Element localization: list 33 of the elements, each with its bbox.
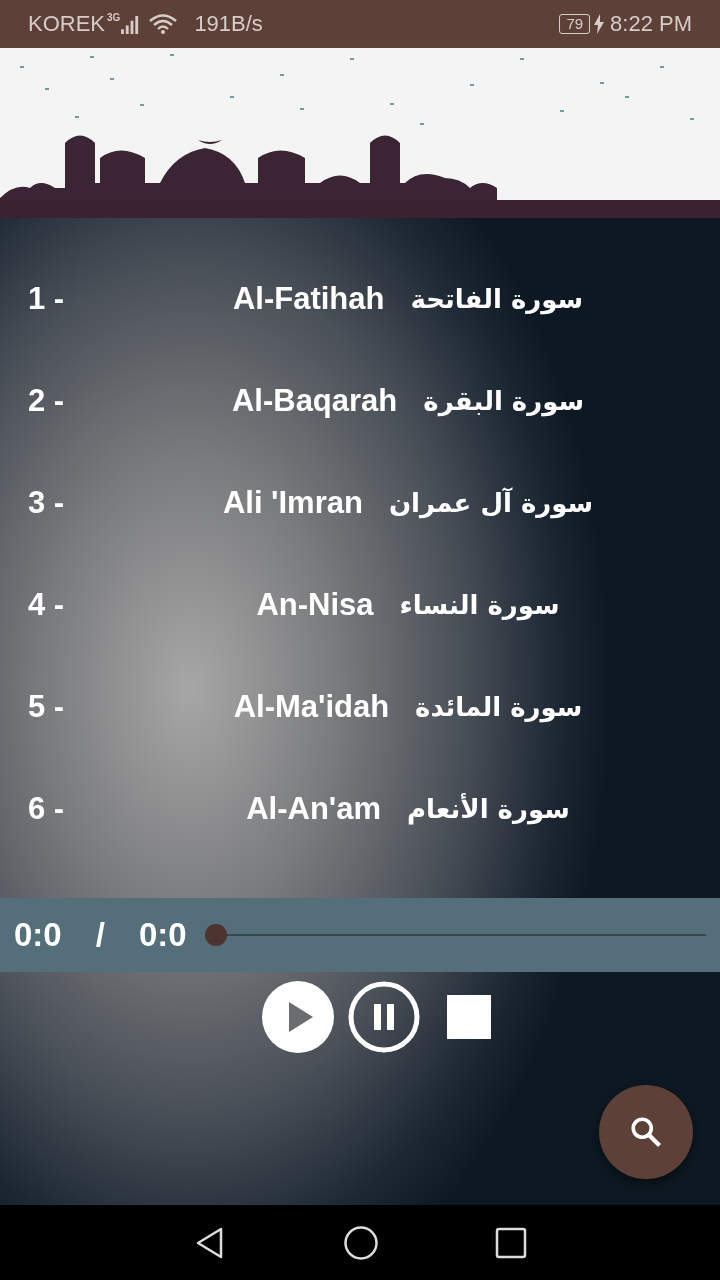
surah-name: Al-Fatihah xyxy=(232,281,385,317)
surah-number: 1 - xyxy=(28,281,66,317)
surah-number: 2 - xyxy=(28,383,66,419)
surah-number: 3 - xyxy=(28,485,66,521)
recents-icon[interactable] xyxy=(495,1226,527,1259)
surah-name: Al-Baqarah xyxy=(231,383,398,419)
network-speed: 191B/s xyxy=(194,11,263,37)
home-icon[interactable] xyxy=(343,1224,379,1261)
surah-arabic-name: سورة الفاتحة xyxy=(410,284,584,314)
wifi-icon xyxy=(148,13,179,35)
surah-number: 6 - xyxy=(28,791,66,827)
network-type: 3G xyxy=(107,12,121,23)
duration-time: 0:0 xyxy=(138,916,187,954)
slider-thumb[interactable] xyxy=(204,924,227,946)
surah-name: Al-Ma'idah xyxy=(233,689,390,725)
surah-name: Ali 'Imran xyxy=(222,485,363,521)
surah-arabic-name: سورة النساء xyxy=(399,590,560,620)
surah-arabic-name: سورة الأنعام xyxy=(407,794,570,824)
battery-indicator: 79 xyxy=(559,14,591,34)
surah-number: 5 - xyxy=(28,689,66,725)
carrier-name: KOREK xyxy=(28,11,106,37)
surah-arabic-name: سورة المائدة xyxy=(415,692,583,722)
time-separator: / xyxy=(95,916,105,954)
surah-name: An-Nisa xyxy=(256,587,374,623)
surah-name: Al-An'am xyxy=(246,791,381,827)
surah-arabic-name: سورة آل عمران xyxy=(388,488,594,518)
surah-arabic-name: سورة البقرة xyxy=(423,386,585,416)
pause-button[interactable] xyxy=(347,980,421,1054)
play-button[interactable] xyxy=(261,980,335,1054)
surah-number: 4 - xyxy=(28,587,66,623)
elapsed-time: 0:0 xyxy=(14,916,62,954)
charging-icon xyxy=(594,14,605,34)
clock: 8:22 PM xyxy=(610,11,692,37)
